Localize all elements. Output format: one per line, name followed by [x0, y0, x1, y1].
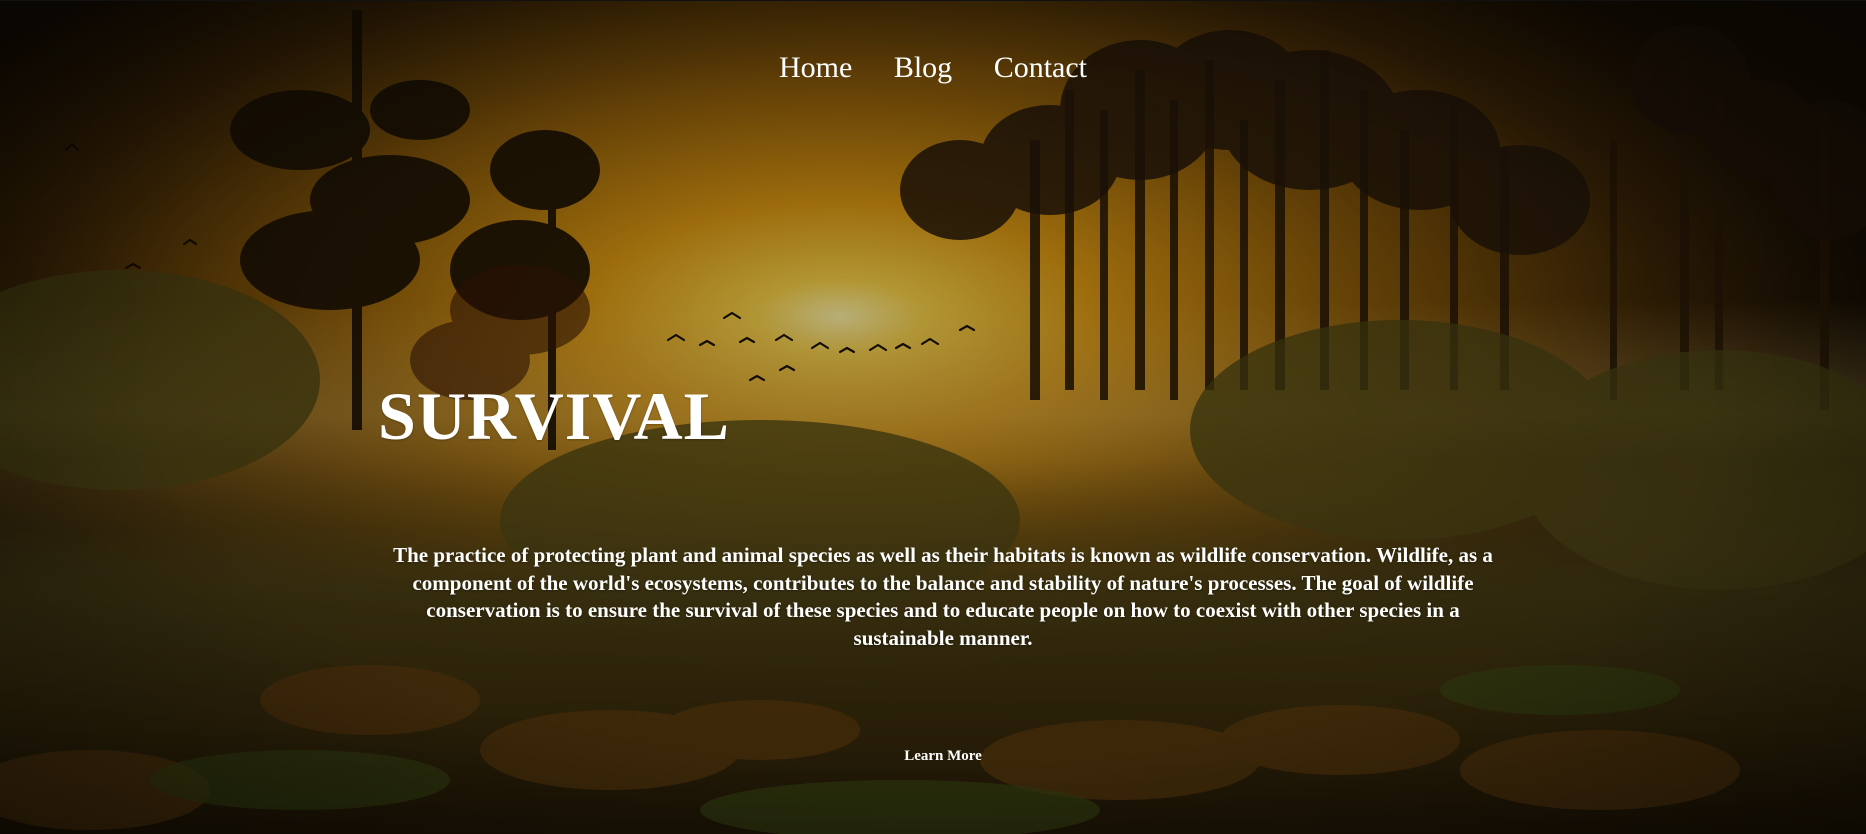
forest-sunset-background-image: [0, 0, 1866, 834]
hero-title: SURVIVAL: [378, 378, 731, 454]
learn-more-button[interactable]: Learn More: [880, 743, 1006, 769]
main-nav: Home Blog Contact: [0, 46, 1866, 90]
hero-section: Home Blog Contact SURVIVAL The practice …: [0, 0, 1866, 834]
hero-description: The practice of protecting plant and ani…: [393, 543, 1493, 650]
nav-link-contact[interactable]: Contact: [994, 51, 1087, 84]
nav-link-blog[interactable]: Blog: [894, 51, 952, 84]
top-border-line: [0, 0, 1866, 1]
nav-link-home[interactable]: Home: [779, 51, 852, 84]
